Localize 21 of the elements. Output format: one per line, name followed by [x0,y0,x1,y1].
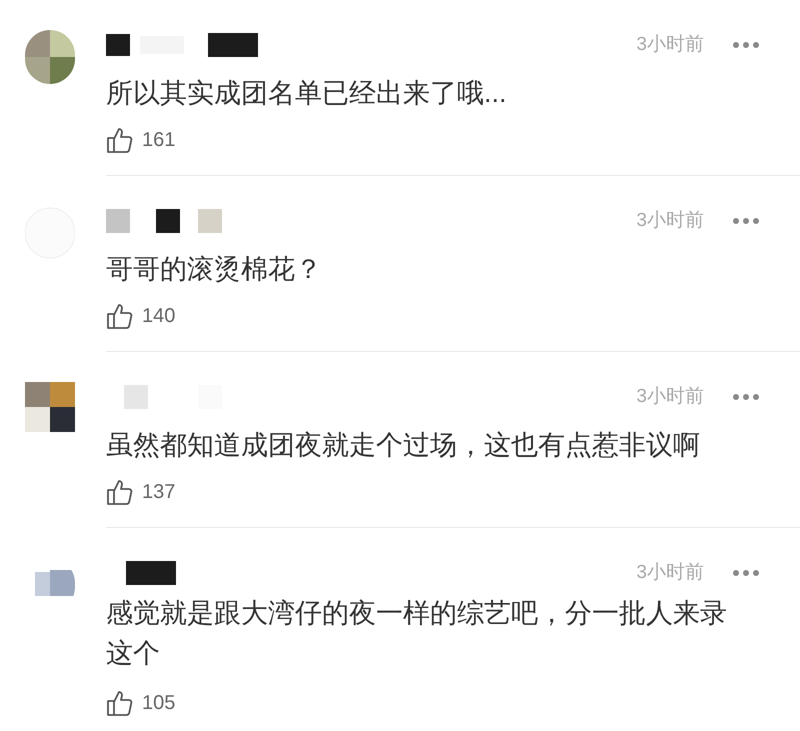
timestamp: 3小时前 [636,208,704,233]
more-icon[interactable] [732,41,760,49]
comment-text: 哥哥的滚烫棉花？ [106,254,323,284]
comment-text: 所以其实成团名单已经出来了哦... [106,78,508,108]
comment-text: 虽然都知道成团夜就走个过场，这也有点惹非议啊 [106,430,701,460]
comment-text: 感觉就是跟大湾仔的夜一样的综艺吧，分一批人来录这个 [106,597,728,670]
like-count: 140 [142,304,176,329]
thumbs-up-icon[interactable] [106,302,134,330]
more-icon[interactable] [732,393,760,401]
timestamp: 3小时前 [636,384,704,409]
like-count: 161 [142,128,176,153]
avatar [25,30,75,84]
like-count: 105 [142,691,176,716]
thumbs-up-icon[interactable] [106,689,134,717]
more-icon[interactable] [732,569,760,577]
thumbs-up-icon[interactable] [106,478,134,506]
timestamp: 3小时前 [636,32,704,57]
more-icon[interactable] [732,217,760,225]
timestamp: 3小时前 [636,560,704,585]
like-count: 137 [142,480,176,505]
thumbs-up-icon[interactable] [106,126,134,154]
